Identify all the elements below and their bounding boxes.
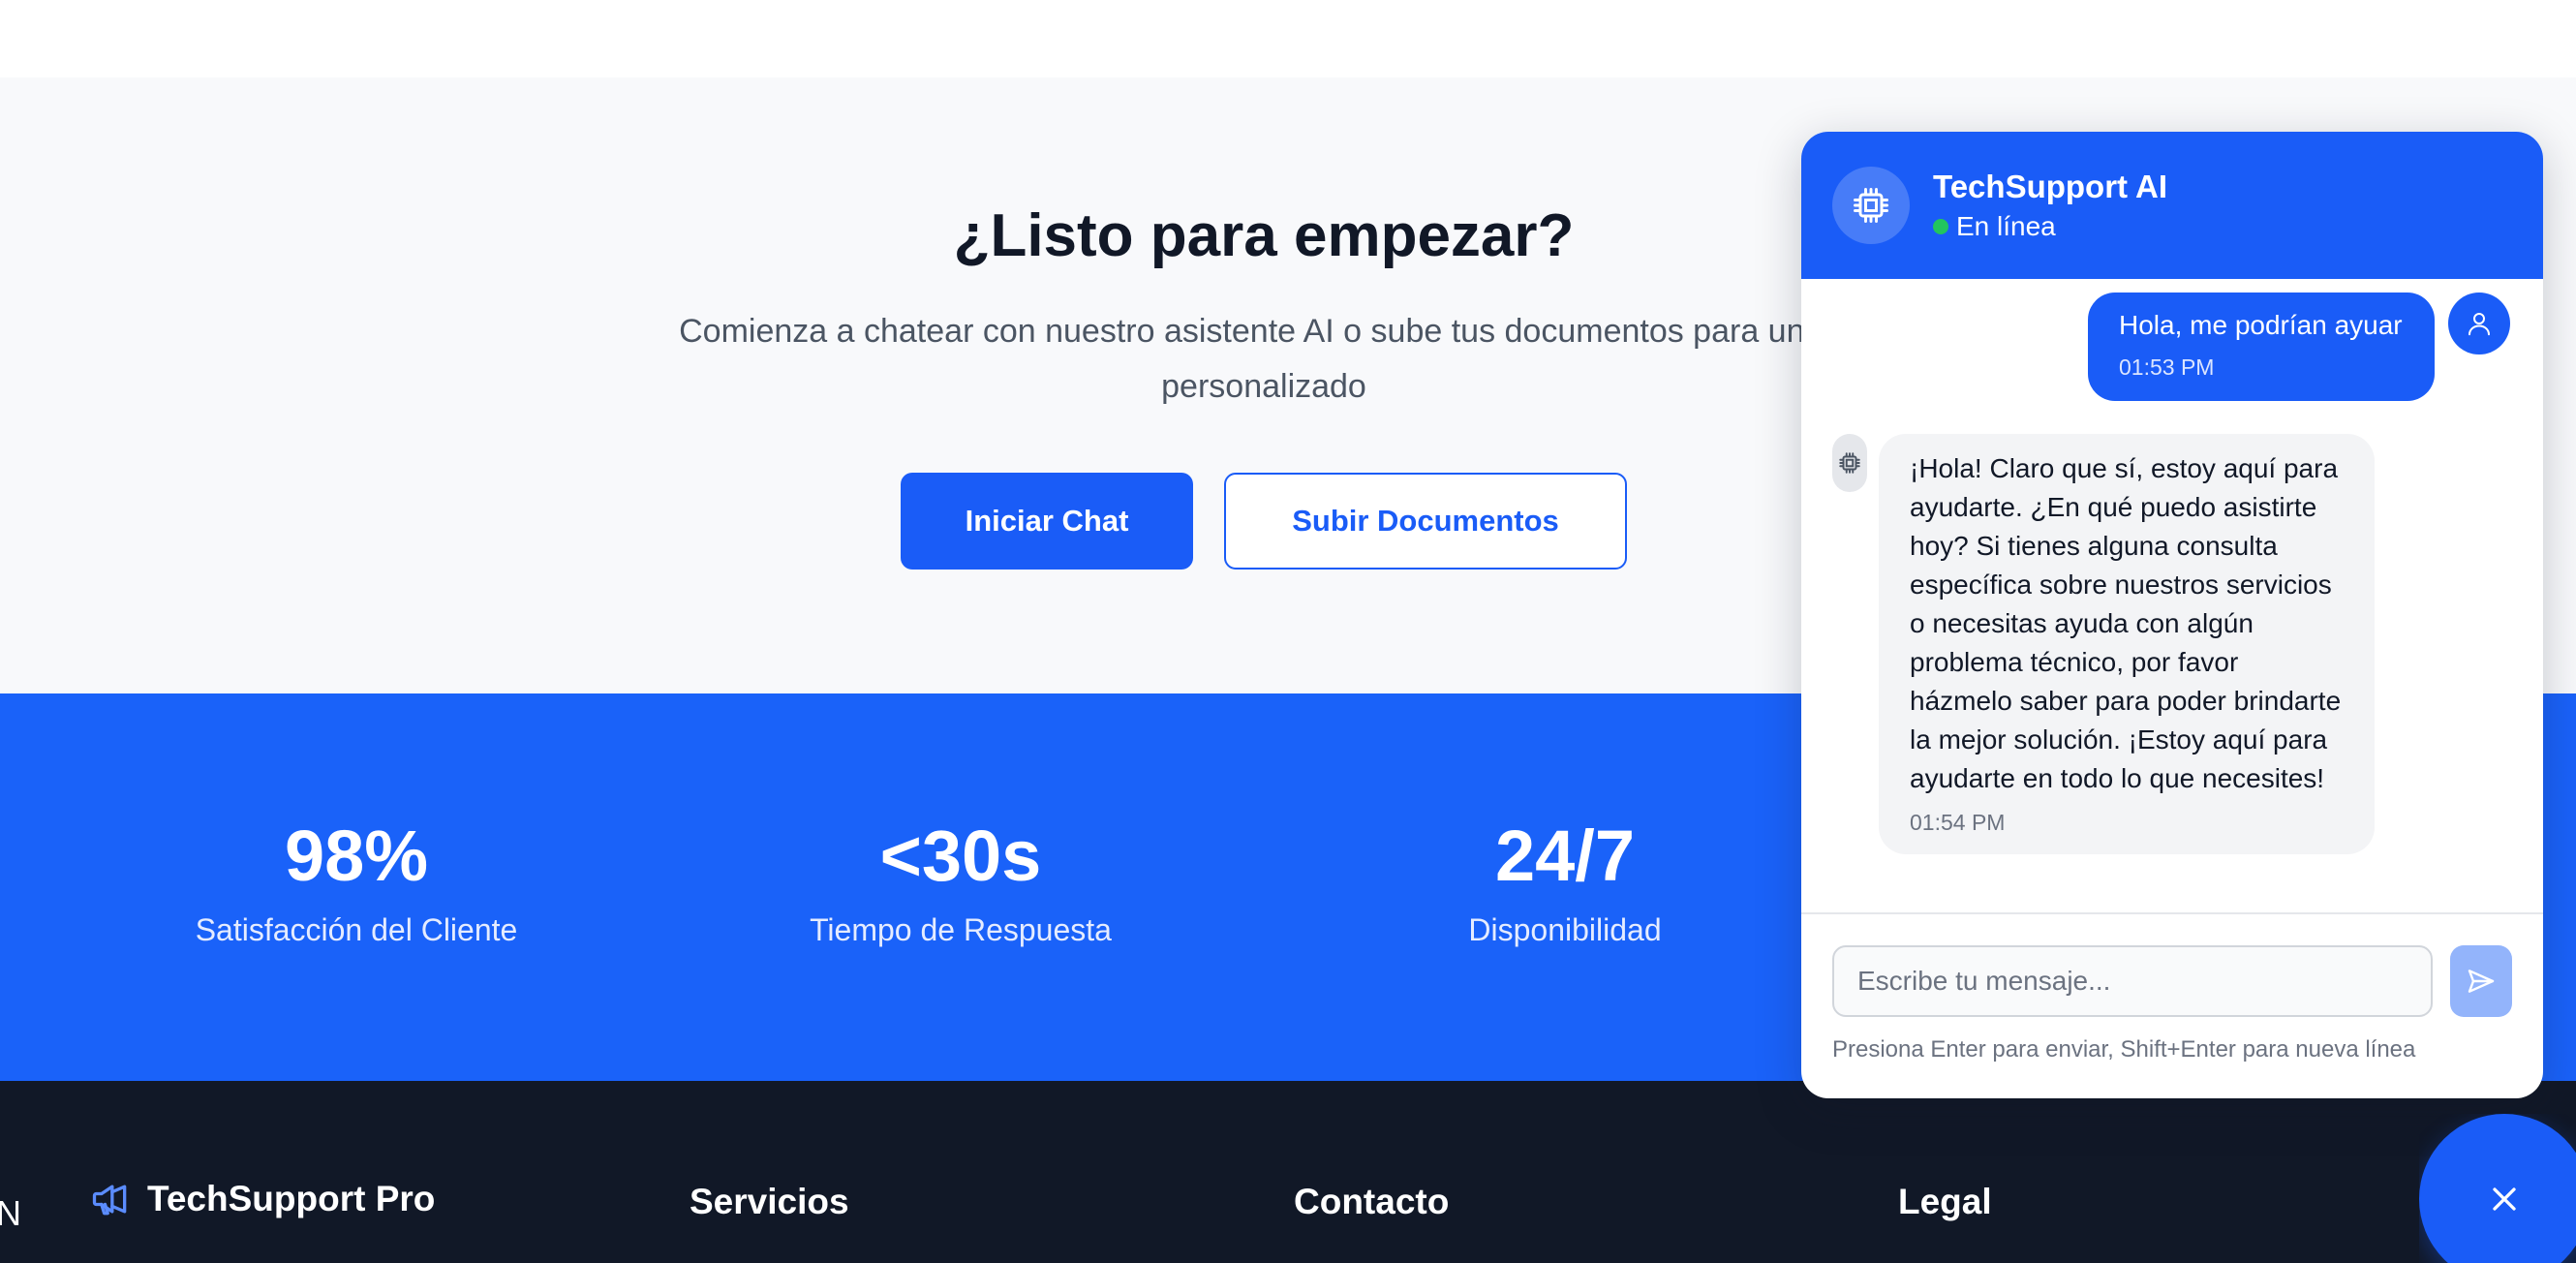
close-chat-button[interactable] — [2419, 1114, 2576, 1263]
chat-hint: Presiona Enter para enviar, Shift+Enter … — [1832, 1036, 2416, 1063]
bot-message: ¡Hola! Claro que sí, estoy aquí para ayu… — [1879, 434, 2375, 854]
footer-heading-legal: Legal — [1898, 1182, 1992, 1221]
stat-response-time: <30s Tiempo de Respuesta — [690, 817, 1232, 948]
send-icon — [2468, 970, 2495, 993]
chat-bot-avatar — [1832, 167, 1910, 244]
chat-widget: TechSupport AI En línea Hola, me podrían… — [1801, 132, 2543, 1098]
message-time: 01:54 PM — [1910, 810, 2006, 835]
stat-label: Tiempo de Respuesta — [810, 912, 1112, 947]
chat-status: En línea — [1933, 211, 2056, 242]
message-time: 01:53 PM — [2119, 354, 2215, 380]
footer: N TechSupport Pro Servicios Contacto Leg… — [0, 1081, 2576, 1263]
footer-heading-contact: Contacto — [1294, 1182, 1450, 1221]
message-text: ¡Hola! Claro que sí, estoy aquí para ayu… — [1910, 453, 2342, 793]
stat-satisfaction: 98% Satisfacción del Cliente — [85, 817, 628, 948]
send-button[interactable] — [2450, 945, 2512, 1017]
cpu-chip-icon — [1839, 452, 1860, 474]
close-icon — [2493, 1187, 2516, 1211]
chat-status-text: En línea — [1956, 211, 2056, 241]
user-message: Hola, me podrían ayuar 01:53 PM — [2088, 293, 2435, 401]
chat-title: TechSupport AI — [1933, 169, 2167, 204]
chat-message-input[interactable] — [1832, 945, 2433, 1017]
online-status-dot — [1933, 219, 1948, 234]
start-chat-button[interactable]: Iniciar Chat — [901, 473, 1193, 570]
footer-edge-glyph: N — [0, 1193, 21, 1233]
cta-subtitle: Comienza a chatear con nuestro asistente… — [562, 304, 1966, 415]
bot-message-avatar — [1832, 434, 1867, 492]
user-icon — [2469, 313, 2490, 336]
footer-brand[interactable]: TechSupport Pro — [89, 1178, 435, 1220]
footer-heading-services: Servicios — [690, 1182, 849, 1221]
stat-value: 98% — [284, 816, 429, 896]
close-chat-fab-wrapper — [2419, 1114, 2576, 1263]
chat-divider — [1801, 912, 2543, 914]
cta-subtitle-line-1: Comienza a chatear con nuestro asistente… — [679, 313, 1849, 350]
stat-availability: 24/7 Disponibilidad — [1294, 817, 1836, 948]
footer-brand-name: TechSupport Pro — [147, 1179, 436, 1218]
top-white-band — [0, 0, 2576, 77]
chat-header: TechSupport AI En línea — [1801, 132, 2543, 279]
user-avatar — [2448, 293, 2510, 354]
megaphone-icon — [92, 1185, 127, 1216]
stat-value: <30s — [879, 816, 1042, 896]
stat-value: 24/7 — [1494, 816, 1636, 896]
stat-label: Satisfacción del Cliente — [195, 912, 518, 947]
stat-label: Disponibilidad — [1468, 912, 1662, 947]
upload-documents-button[interactable]: Subir Documentos — [1224, 473, 1627, 570]
message-text: Hola, me podrían ayuar — [2119, 310, 2403, 340]
cpu-chip-icon — [1854, 188, 1888, 223]
cta-subtitle-line-2: personalizado — [1161, 368, 1366, 405]
